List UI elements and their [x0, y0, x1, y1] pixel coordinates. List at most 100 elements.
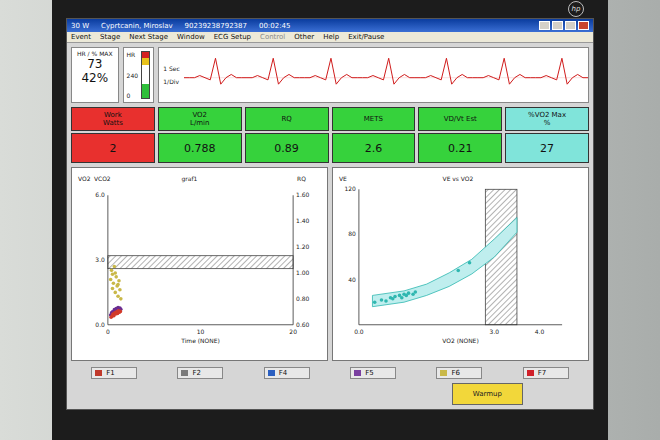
- title-bar: 30 WCyprtcanin, Miroslav9023923879238700…: [67, 19, 593, 32]
- monitor: hp 30 WCyprtcanin, Miroslav90239238792387…: [52, 0, 608, 440]
- warmup-button[interactable]: Warmup: [452, 383, 523, 405]
- tick-label: 20: [289, 328, 297, 335]
- function-key-icon: [95, 370, 102, 376]
- chart-panel: VO2VCO2graf1RQ0.03.06.00.600.801.001.201…: [71, 167, 328, 361]
- tile-value: 2: [71, 133, 155, 163]
- menu-item[interactable]: Next Stage: [129, 33, 168, 41]
- function-key[interactable]: F6: [436, 367, 482, 379]
- tile-value: 27: [505, 133, 589, 163]
- tile-header: VO2L/min: [158, 107, 242, 131]
- meter-min: 0: [127, 92, 138, 99]
- data-point: [407, 291, 411, 295]
- close-icon[interactable]: [578, 21, 589, 30]
- tile-label: RQ: [281, 115, 291, 123]
- function-key[interactable]: F1: [91, 367, 137, 379]
- top-row: HR / % MAX7342%HR24001 Sec1/Div: [67, 43, 593, 107]
- tile-label: VD/Vt Est: [444, 115, 477, 123]
- data-point: [113, 271, 117, 275]
- title-field: 00:02:45: [259, 22, 290, 30]
- right-axis-label: RQ: [297, 175, 306, 182]
- hr-meter: HR2400: [123, 47, 155, 103]
- metric-tiles: WorkWatts2VO2L/min0.788RQ0.89METS2.6VD/V…: [67, 107, 593, 163]
- data-point: [116, 294, 120, 298]
- y-axis-label: VE: [339, 175, 347, 182]
- tick-label: 1.00: [296, 269, 309, 276]
- chart-panel: VEVE vs VO240801200.03.04.0VO2 (NONE): [332, 167, 589, 361]
- data-point: [109, 278, 113, 282]
- menu-item[interactable]: ECG Setup: [214, 33, 251, 41]
- ecg-strip: [184, 48, 588, 102]
- data-point: [118, 310, 122, 314]
- tick-label: 0.80: [296, 295, 309, 302]
- metric-tile: WorkWatts2: [71, 107, 155, 163]
- axis-title: Time (NONE): [180, 337, 220, 344]
- target-band: [108, 256, 293, 269]
- restore-icon[interactable]: [565, 21, 576, 30]
- function-key-icon: [440, 370, 447, 376]
- menu-item[interactable]: Window: [177, 33, 205, 41]
- tile-unit: L/min: [190, 119, 209, 127]
- tile-label: %VO2 Max: [528, 111, 566, 119]
- bottom-row: Warmup: [67, 381, 593, 409]
- function-key-icon: [527, 370, 534, 376]
- data-point: [119, 297, 123, 301]
- tile-label: Work: [104, 111, 122, 119]
- menu-item[interactable]: Other: [294, 33, 314, 41]
- meter-labels: HR2400: [127, 51, 138, 99]
- menu-item[interactable]: Help: [323, 33, 339, 41]
- function-key[interactable]: F4: [264, 367, 310, 379]
- data-point: [384, 299, 388, 303]
- menu-item[interactable]: Stage: [100, 33, 120, 41]
- hr-percent: 42%: [81, 71, 108, 85]
- hr-value: 73: [87, 57, 102, 71]
- function-key[interactable]: F2: [177, 367, 223, 379]
- function-key[interactable]: F5: [350, 367, 396, 379]
- data-point: [456, 269, 460, 273]
- tick-label: 10: [197, 328, 205, 335]
- menu-item[interactable]: Event: [71, 33, 91, 41]
- metric-tile: RQ 0.89: [245, 107, 329, 163]
- tile-value: 0.89: [245, 133, 329, 163]
- tile-header: %VO2 Max%: [505, 107, 589, 131]
- function-key[interactable]: F7: [523, 367, 569, 379]
- tick-label: 0.0: [354, 328, 364, 335]
- ecg-labels: 1 Sec1/Div: [159, 48, 184, 102]
- tile-label: METS: [364, 115, 383, 123]
- metric-tile: VD/Vt Est0.21: [418, 107, 502, 163]
- top-bezel: hp: [66, 0, 594, 18]
- tick-label: 1.60: [296, 191, 309, 198]
- left-axis-label: VO2: [78, 175, 91, 182]
- tick-label: 40: [348, 276, 356, 283]
- window-buttons: [539, 21, 589, 30]
- data-point: [113, 265, 117, 269]
- data-point: [111, 287, 115, 291]
- tile-value: 2.6: [332, 133, 416, 163]
- predicted-band: [372, 218, 517, 307]
- tick-label: 6.0: [95, 191, 105, 198]
- tick-label: 1.40: [296, 217, 309, 224]
- tile-header: VD/Vt Est: [418, 107, 502, 131]
- data-point: [119, 310, 123, 314]
- tile-header: WorkWatts: [71, 107, 155, 131]
- left-axis-label: VCO2: [94, 175, 111, 182]
- metric-tile: %VO2 Max%27: [505, 107, 589, 163]
- data-point: [114, 275, 118, 279]
- data-point: [113, 291, 117, 295]
- maximize-icon[interactable]: [552, 21, 563, 30]
- tick-label: 0: [106, 328, 110, 335]
- data-point: [110, 269, 114, 273]
- tile-header: METS: [332, 107, 416, 131]
- brand-logo: hp: [568, 1, 584, 17]
- tick-label: 3.0: [95, 256, 105, 263]
- menu-item: Control: [260, 33, 285, 41]
- menu-bar: Event Stage Next Stage Window ECG Setup Contr…: [67, 32, 593, 43]
- menu-item[interactable]: Exit/Pause: [348, 33, 384, 41]
- ecg-panel: 1 Sec1/Div: [158, 47, 589, 103]
- tick-label: 120: [345, 185, 357, 192]
- meter-fill: [142, 84, 149, 98]
- minimize-icon[interactable]: [539, 21, 550, 30]
- data-point: [393, 295, 397, 299]
- ecg-scale: 1 Sec: [163, 65, 180, 72]
- bottom-bezel: [66, 410, 594, 440]
- tile-label: VO2: [192, 111, 207, 119]
